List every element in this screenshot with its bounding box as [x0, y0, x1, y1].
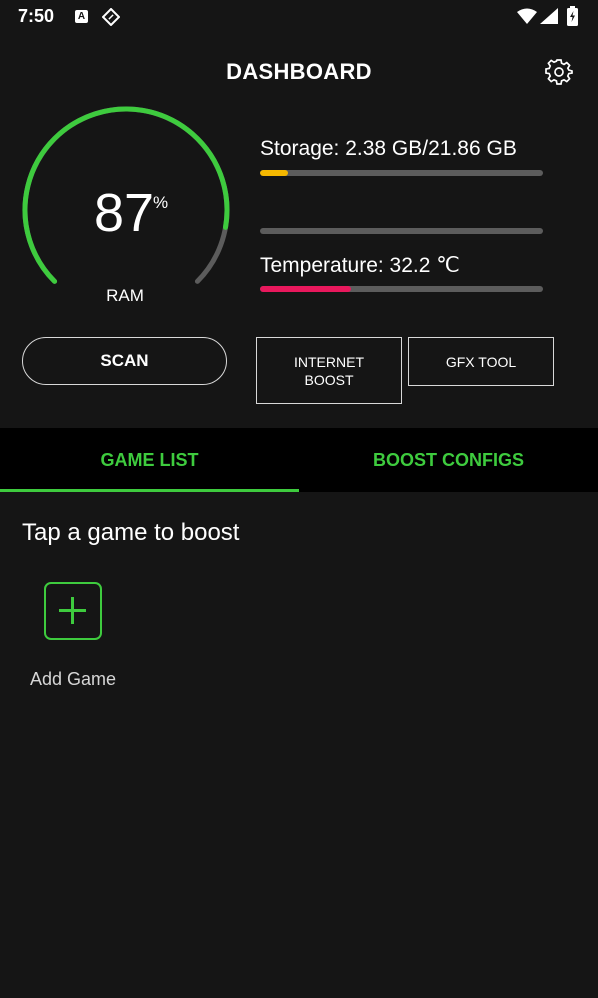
settings-button[interactable]	[545, 58, 573, 86]
status-time: 7:50	[18, 6, 55, 26]
storage-bar	[260, 170, 543, 176]
tab-game-list[interactable]: GAME LIST	[0, 428, 299, 492]
scan-button[interactable]: SCAN	[22, 337, 227, 385]
temperature-bar	[260, 286, 543, 292]
gear-icon	[545, 59, 573, 85]
temperature-bar-fill	[260, 286, 351, 292]
plus-icon	[59, 597, 86, 624]
ram-label: RAM	[106, 286, 144, 305]
app-screen: 7:50 A DASHBOARD 87 % RAM Storage: 2.38 …	[0, 0, 598, 998]
tab-bar: GAME LIST BOOST CONFIGS	[0, 428, 598, 492]
cellular-signal-icon	[540, 8, 558, 29]
internet-boost-label: INTERNET BOOST	[294, 353, 364, 389]
page-title: DASHBOARD	[226, 59, 372, 84]
internet-boost-label-line2: BOOST	[304, 371, 354, 388]
selected-tab-indicator	[0, 489, 299, 492]
tag-icon	[101, 7, 121, 31]
internet-boost-button[interactable]: INTERNET BOOST	[256, 337, 402, 404]
add-game-label: Add Game	[30, 669, 117, 689]
tab-boost-configs[interactable]: BOOST CONFIGS	[299, 428, 598, 492]
middle-progress-bar	[260, 228, 543, 234]
gfx-tool-label: GFX TOOL	[445, 353, 517, 370]
a-notification-icon: A	[75, 10, 88, 23]
ram-percent-value: 87	[94, 183, 155, 243]
add-game-button[interactable]	[44, 582, 102, 640]
gfx-tool-button[interactable]: GFX TOOL	[408, 337, 554, 386]
internet-boost-label-line1: INTERNET	[294, 353, 364, 370]
battery-icon	[567, 6, 578, 31]
ram-percent-unit: %	[153, 193, 169, 212]
game-list-hint: Tap a game to boost	[22, 519, 240, 546]
temperature-label: Temperature: 32.2 ℃	[260, 254, 460, 277]
status-bar: 7:50 A	[0, 0, 598, 34]
storage-bar-fill	[260, 170, 289, 176]
wifi-icon	[517, 8, 537, 29]
storage-label: Storage: 2.38 GB/21.86 GB	[260, 137, 517, 160]
